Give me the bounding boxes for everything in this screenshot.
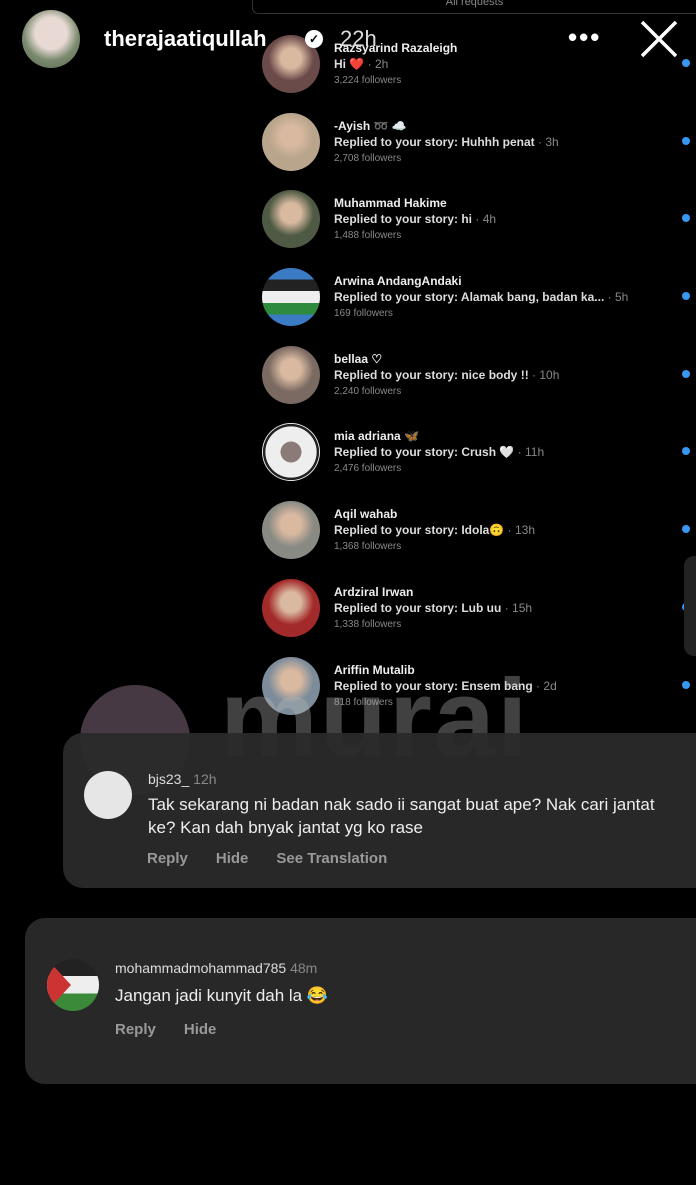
request-message-text: Replied to your story: hi	[334, 212, 473, 227]
request-followers: 2,708 followers	[334, 152, 402, 164]
request-time: 13h	[514, 523, 536, 538]
request-message-text: Replied to your story: Lub uu	[334, 600, 502, 615]
request-item[interactable]: mia adriana 🦋 Replied to your story: Cru…	[262, 423, 696, 501]
owner-avatar[interactable]	[22, 10, 80, 68]
request-avatar[interactable]	[262, 423, 320, 482]
close-icon[interactable]	[638, 18, 680, 60]
request-message: Replied to your story: Alamak bang, bada…	[334, 290, 629, 305]
unread-dot-icon	[682, 369, 690, 378]
request-time: 5h	[614, 290, 629, 305]
hide-button[interactable]: Hide	[216, 850, 249, 867]
unread-dot-icon	[682, 136, 690, 145]
request-message-text: Replied to your story: nice body !!	[334, 367, 529, 382]
request-followers: 2,476 followers	[334, 463, 402, 475]
request-time: 11h	[524, 445, 545, 460]
story-header: therajaatiqullah ✓ 22h •••	[0, 0, 696, 80]
request-name: Ariffin Mutalib	[334, 662, 415, 677]
comment-text: Jangan jadi kunyit dah la 😂	[115, 986, 329, 1005]
comment-text: Tak sekarang ni badan nak sado ii sangat…	[148, 795, 655, 837]
request-time: 4h	[482, 212, 497, 227]
request-name: bellaa ♡	[334, 351, 383, 366]
more-options-button[interactable]: •••	[568, 22, 601, 53]
request-message: Replied to your story: Idola🙃 · 13h	[334, 523, 536, 538]
comment-time: 12h	[193, 771, 217, 787]
request-name: Arwina AndangAndaki	[334, 274, 462, 289]
request-message: Replied to your story: hi · 4h	[334, 212, 497, 227]
comment-avatar[interactable]	[84, 771, 132, 819]
request-followers: 1,338 followers	[334, 618, 402, 630]
request-time: 2d	[543, 678, 557, 693]
request-followers: 1,368 followers	[334, 541, 402, 553]
request-avatar[interactable]	[262, 501, 320, 560]
request-message-text: Replied to your story: Idola🙃	[334, 523, 505, 538]
request-time: 15h	[512, 600, 533, 615]
verified-badge-icon: ✓	[305, 30, 323, 48]
unread-dot-icon	[682, 447, 690, 456]
request-time: 3h	[545, 134, 559, 149]
request-item[interactable]: Ariffin Mutalib Replied to your story: E…	[262, 656, 696, 735]
request-time: 10h	[539, 367, 560, 382]
comment-username[interactable]: mohammadmohammad785	[115, 960, 286, 976]
request-message: Replied to your story: nice body !! · 10…	[334, 367, 560, 382]
request-message-text: Replied to your story: Ensem bang	[334, 678, 533, 693]
request-message-text: Replied to your story: Crush 🤍	[334, 445, 515, 460]
request-name: Aqil wahab	[334, 507, 398, 522]
hide-button[interactable]: Hide	[184, 1021, 217, 1038]
request-name: mia adriana 🦋	[334, 429, 419, 444]
request-avatar[interactable]	[262, 578, 320, 637]
request-followers: 1,488 followers	[334, 230, 402, 242]
request-name: Ardziral Irwan	[334, 584, 414, 599]
request-item[interactable]: bellaa ♡ Replied to your story: nice bod…	[262, 345, 696, 424]
reply-button[interactable]: Reply	[147, 850, 188, 867]
comment-avatar[interactable]	[47, 959, 99, 1011]
message-requests-list[interactable]: Razsyarind Razaleigh Hi ❤️ · 2h 3,224 fo…	[262, 35, 696, 734]
reply-button[interactable]: Reply	[115, 1021, 156, 1038]
request-avatar[interactable]	[262, 112, 320, 171]
comment-time: 48m	[290, 960, 318, 976]
request-item[interactable]: Aqil wahab Replied to your story: Idola🙃…	[262, 501, 696, 579]
request-name: Muhammad Hakime	[334, 196, 447, 211]
comment-username[interactable]: bjs23_	[148, 771, 189, 787]
unread-dot-icon	[682, 292, 690, 301]
request-message-text: Replied to your story: Alamak bang, bada…	[334, 290, 605, 305]
request-avatar[interactable]	[262, 268, 320, 327]
comment-card: bjs23_ 12h Tak sekarang ni badan nak sad…	[63, 733, 696, 888]
comment-header: mohammadmohammad785 48m	[115, 960, 317, 976]
comment-header: bjs23_ 12h	[148, 771, 217, 787]
request-avatar[interactable]	[262, 345, 320, 404]
comment-card: mohammadmohammad785 48m Jangan jadi kuny…	[25, 918, 696, 1084]
request-message: Replied to your story: Ensem bang · 2d	[334, 678, 557, 693]
request-item[interactable]: Muhammad Hakime Replied to your story: h…	[262, 190, 696, 268]
unread-dot-icon	[682, 680, 690, 689]
request-message: Replied to your story: Huhhh penat · 3h	[334, 134, 559, 149]
unread-dot-icon	[682, 525, 690, 534]
see-translation-button[interactable]: See Translation	[276, 850, 387, 867]
request-message: Replied to your story: Crush 🤍 · 11h	[334, 445, 545, 460]
request-avatar[interactable]	[262, 190, 320, 249]
request-item[interactable]: Arwina AndangAndaki Replied to your stor…	[262, 268, 696, 346]
request-message: Replied to your story: Lub uu · 15h	[334, 600, 533, 615]
request-avatar[interactable]	[262, 656, 320, 715]
request-item[interactable]: Ardziral Irwan Replied to your story: Lu…	[262, 578, 696, 657]
request-followers: 169 followers	[334, 308, 393, 320]
request-followers: 818 followers	[334, 696, 393, 708]
request-message-text: Replied to your story: Huhhh penat	[334, 134, 535, 149]
request-followers: 2,240 followers	[334, 385, 402, 397]
side-handle[interactable]	[684, 556, 696, 656]
unread-dot-icon	[682, 214, 690, 223]
request-name: -Ayish ➿ ☁️	[334, 118, 407, 133]
request-item[interactable]: -Ayish ➿ ☁️ Replied to your story: Huhhh…	[262, 112, 696, 191]
owner-username[interactable]: therajaatiqullah	[104, 26, 267, 52]
story-time: 22h	[340, 26, 377, 51]
